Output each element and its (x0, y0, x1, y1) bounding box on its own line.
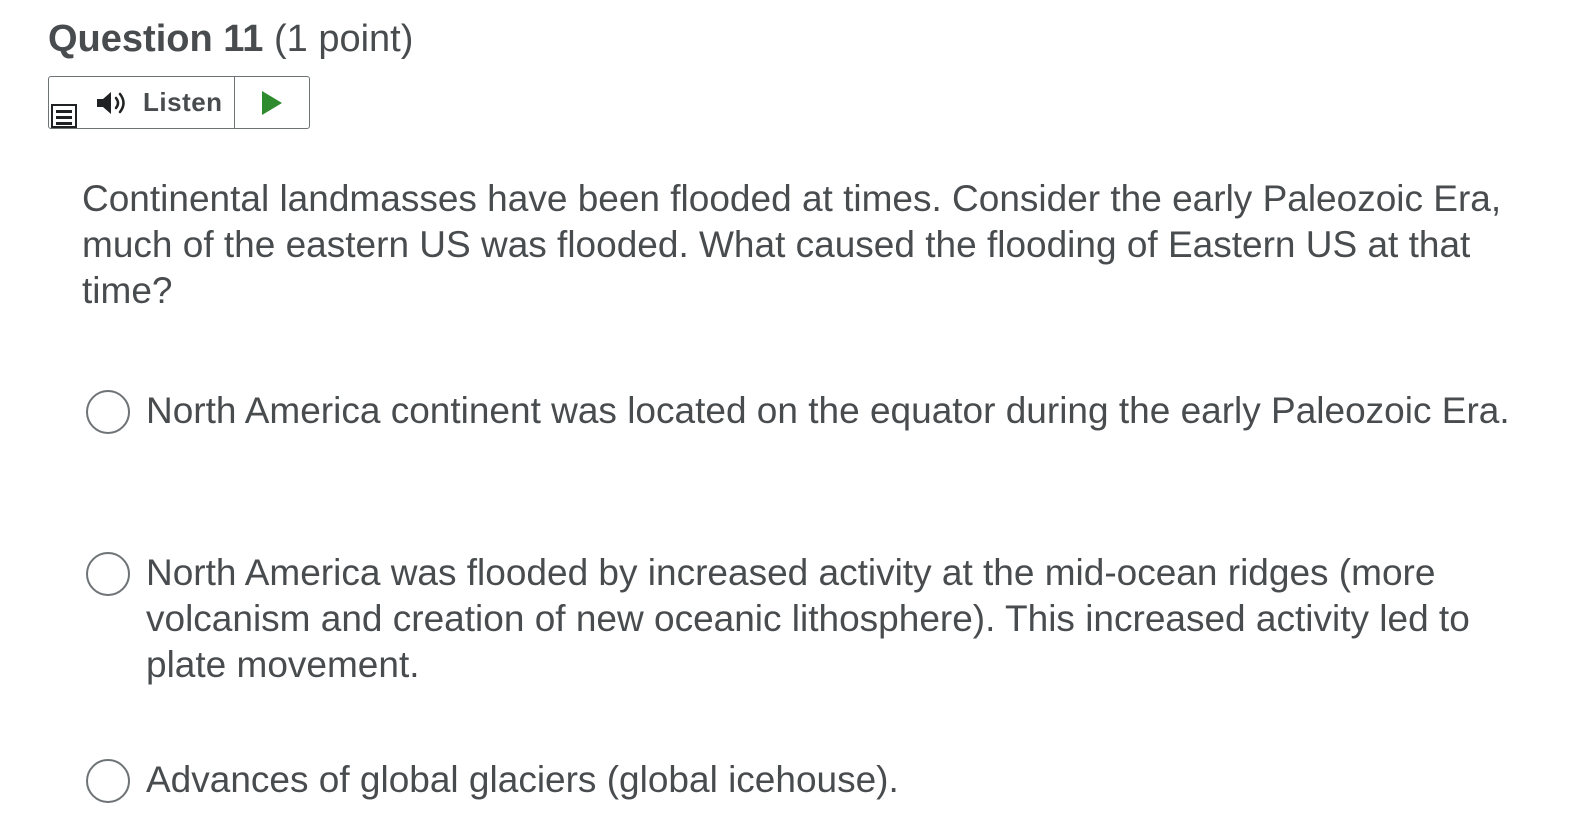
radio-button[interactable] (86, 552, 130, 596)
menu-icon (51, 104, 77, 128)
speaker-icon (97, 91, 125, 114)
play-icon (262, 90, 282, 115)
question-points: (1 point) (273, 18, 414, 60)
answer-option-label[interactable]: North America was flooded by increased a… (146, 550, 1526, 688)
listen-button[interactable]: Listen (81, 77, 235, 128)
play-button[interactable] (235, 77, 309, 128)
listen-menu-button[interactable] (49, 77, 81, 128)
listen-widget: Listen (48, 76, 310, 129)
question-text: Continental landmasses have been flooded… (82, 178, 1502, 311)
answer-option[interactable]: North America was flooded by increased a… (86, 550, 1526, 688)
radio-button[interactable] (86, 390, 130, 434)
listen-label: Listen (143, 87, 223, 117)
answer-option-label[interactable]: Advances of global glaciers (global iceh… (146, 757, 899, 803)
answer-option[interactable]: North America continent was located on t… (86, 388, 1526, 434)
question-title: Question 11 (48, 18, 264, 60)
answer-option[interactable]: Advances of global glaciers (global iceh… (86, 757, 1526, 803)
answer-option-label[interactable]: North America continent was located on t… (146, 388, 1510, 434)
question-header: Question 11 (1 point) (48, 14, 413, 64)
radio-button[interactable] (86, 759, 130, 803)
